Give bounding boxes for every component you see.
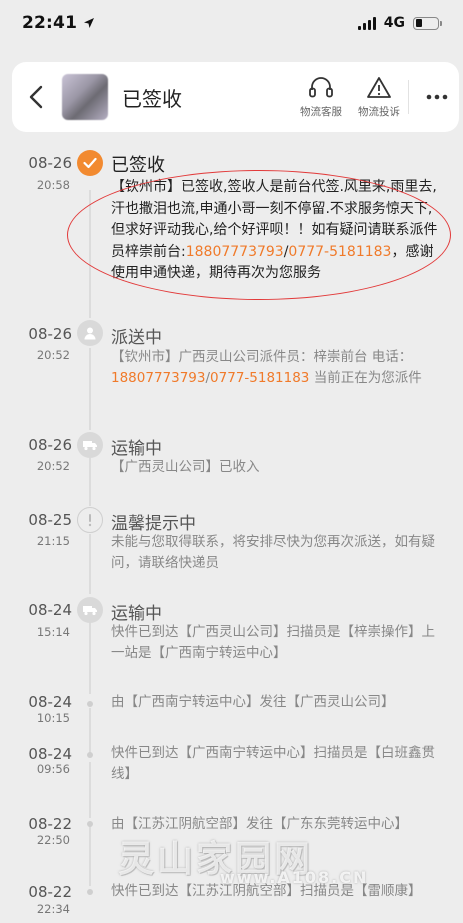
phone-number-link[interactable]: 18807773793 bbox=[186, 244, 284, 260]
event-date: 08-22 bbox=[28, 883, 72, 901]
event-detail-text: 由【广西南宁转运中心】发往【广西灵山公司】 bbox=[111, 694, 395, 710]
headset-icon bbox=[309, 76, 333, 97]
event-detail: 【钦州市】已签收,签收人是前台代签.风里来,雨里去,汗也撒泪也流,申通小哥一刻不… bbox=[111, 177, 441, 285]
logistics-service-button[interactable]: 物流客服 bbox=[292, 62, 350, 132]
phone-number-link[interactable]: 0777-5181183 bbox=[288, 244, 391, 260]
event-title: 已签收 bbox=[111, 155, 165, 176]
back-button[interactable] bbox=[12, 62, 60, 132]
event-date: 08-22 bbox=[28, 815, 72, 833]
event-detail: 【广西灵山公司】已收入 bbox=[111, 457, 441, 478]
warning-icon bbox=[367, 76, 391, 98]
timeline-line bbox=[89, 458, 91, 506]
event-detail: 【钦州市】广西灵山公司派件员：梓崇前台 电话：18807773793/0777-… bbox=[111, 347, 441, 389]
timeline-dot bbox=[87, 701, 93, 707]
event-date: 08-26 bbox=[28, 325, 72, 343]
event-time: 22:50 bbox=[36, 833, 70, 847]
timeline-line bbox=[89, 348, 91, 430]
clock-text: 22:41 bbox=[22, 13, 78, 33]
exclamation-icon bbox=[77, 507, 103, 533]
event-detail-text: 未能与您取得联系，将安排尽快为您再次派送，如有疑问，请联络快递员 bbox=[111, 534, 435, 571]
event-detail-text: 【钦州市】广西灵山公司派件员：梓崇前台 电话： bbox=[111, 349, 413, 365]
event-detail-text: 快件已到达【广西灵山公司】扫描员是【梓崇操作】上一站是【广西南宁转运中心】 bbox=[111, 624, 435, 661]
event-time: 20:58 bbox=[36, 178, 70, 192]
event-detail: 由【广西南宁转运中心】发往【广西灵山公司】 bbox=[111, 692, 441, 713]
timeline-dot bbox=[87, 821, 93, 827]
package-thumbnail bbox=[62, 74, 108, 120]
event-detail-text: 当前正在为您派件 bbox=[309, 370, 422, 386]
event-title: 运输中 bbox=[111, 439, 162, 459]
event-date: 08-24 bbox=[28, 693, 72, 711]
status-bar: 22:41 4G bbox=[0, 0, 463, 46]
status-indicators: 4G bbox=[357, 15, 442, 31]
logistics-complaint-label: 物流投诉 bbox=[358, 105, 400, 118]
event-title: 运输中 bbox=[111, 604, 162, 624]
event-date: 08-25 bbox=[28, 511, 72, 529]
event-title: 温馨提示中 bbox=[111, 514, 196, 534]
event-date: 08-26 bbox=[28, 436, 72, 454]
watermark-url: www.A108.CN bbox=[220, 868, 369, 887]
timeline-line bbox=[89, 762, 91, 818]
timeline-line bbox=[89, 190, 91, 318]
event-date: 08-24 bbox=[28, 601, 72, 619]
location-arrow-icon bbox=[84, 18, 95, 28]
event-detail: 快件已到达【广西南宁转运中心】扫描员是【白班鑫贯线】 bbox=[111, 743, 441, 785]
signal-icon bbox=[357, 16, 376, 30]
page-title: 已签收 bbox=[122, 86, 182, 111]
event-time: 09:56 bbox=[36, 762, 70, 776]
more-button[interactable] bbox=[415, 62, 459, 132]
event-time: 15:14 bbox=[36, 625, 70, 639]
timeline-dot bbox=[87, 889, 93, 895]
event-detail: 快件已到达【广西灵山公司】扫描员是【梓崇操作】上一站是【广西南宁转运中心】 bbox=[111, 622, 441, 664]
event-time: 10:15 bbox=[36, 711, 70, 725]
timeline-line bbox=[89, 534, 91, 594]
event-time: 20:52 bbox=[36, 348, 70, 362]
timeline-dot bbox=[87, 752, 93, 758]
header-bar: 已签收 物流客服 物流投诉 bbox=[12, 62, 459, 132]
truck-icon bbox=[77, 432, 103, 458]
timeline-line bbox=[89, 622, 91, 694]
chevron-left-icon bbox=[29, 85, 43, 109]
more-dots-icon bbox=[426, 94, 448, 100]
event-time: 20:52 bbox=[36, 459, 70, 473]
phone-number-link[interactable]: 18807773793 bbox=[111, 370, 205, 386]
check-icon bbox=[77, 150, 103, 176]
event-time: 21:15 bbox=[36, 534, 70, 548]
logistics-service-label: 物流客服 bbox=[300, 105, 342, 118]
event-detail: 未能与您取得联系，将安排尽快为您再次派送，如有疑问，请联络快递员 bbox=[111, 532, 441, 574]
battery-icon bbox=[413, 16, 442, 30]
event-title: 派送中 bbox=[111, 328, 162, 348]
truck-icon bbox=[77, 597, 103, 623]
timeline-line bbox=[89, 708, 91, 754]
header-divider bbox=[408, 80, 409, 114]
event-date: 08-26 bbox=[28, 154, 72, 172]
timeline-line bbox=[89, 826, 91, 886]
event-time: 22:34 bbox=[36, 902, 70, 916]
courier-icon bbox=[77, 320, 103, 346]
phone-number-link[interactable]: 0777-5181183 bbox=[210, 370, 309, 386]
event-detail-text: 快件已到达【广西南宁转运中心】扫描员是【白班鑫贯线】 bbox=[111, 745, 435, 782]
logistics-complaint-button[interactable]: 物流投诉 bbox=[350, 62, 408, 132]
event-date: 08-24 bbox=[28, 745, 72, 763]
event-detail-text: 【广西灵山公司】已收入 bbox=[111, 459, 260, 475]
network-type: 4G bbox=[383, 15, 405, 31]
status-time: 22:41 bbox=[22, 13, 95, 33]
